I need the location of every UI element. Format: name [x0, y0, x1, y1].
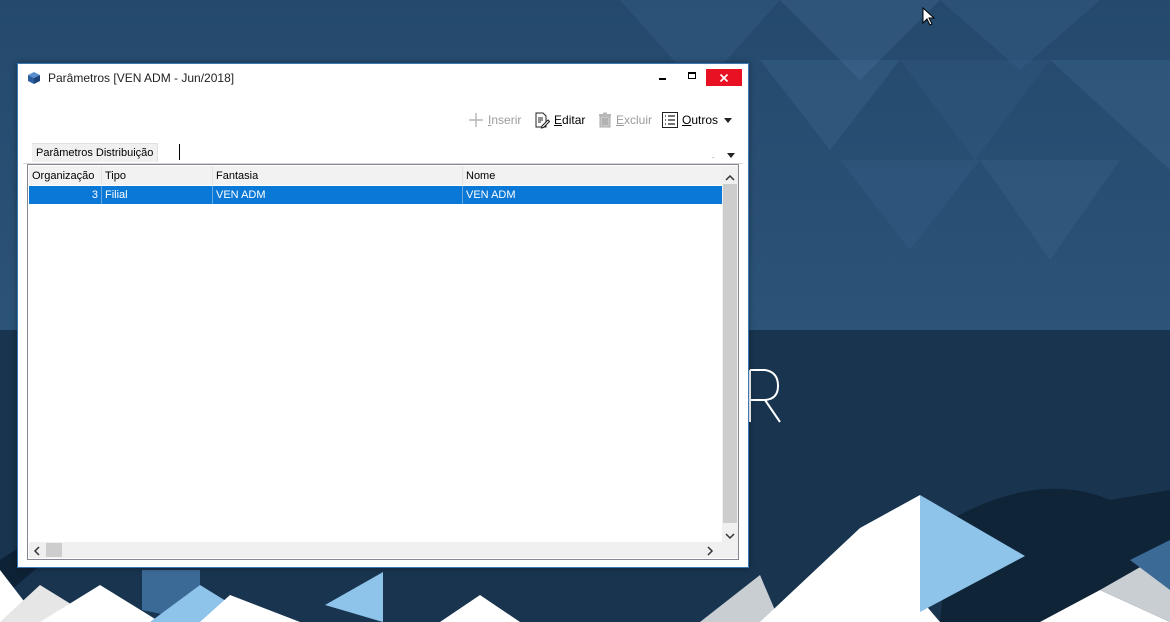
grid-header: Organização Tipo Fantasia Nome	[29, 166, 722, 185]
scroll-up-icon[interactable]	[725, 170, 735, 184]
column-header-tipo[interactable]: Tipo	[102, 166, 213, 185]
scroll-right-icon[interactable]	[707, 545, 714, 559]
outros-dropdown-icon	[724, 117, 733, 123]
outros-label: Outros	[682, 113, 719, 127]
scrollbar-corner	[722, 542, 738, 558]
editar-button[interactable]: Editar	[534, 111, 585, 129]
trash-icon	[598, 112, 612, 128]
horizontal-scroll-thumb[interactable]	[46, 543, 62, 557]
parametros-grid[interactable]: Organização Tipo Fantasia Nome 3 Filial …	[27, 164, 739, 560]
app-cube-icon	[28, 72, 40, 84]
tab-strip: Parâmetros Distribuição .	[23, 141, 743, 164]
column-header-organizacao[interactable]: Organização	[29, 166, 102, 185]
maximize-icon	[688, 72, 696, 79]
cell-tipo: Filial	[102, 186, 213, 204]
editar-label: Editar	[554, 113, 586, 127]
close-icon	[719, 73, 729, 82]
excluir-label: Excluir	[616, 113, 653, 127]
text-caret	[179, 144, 180, 160]
mouse-cursor-icon	[922, 7, 936, 26]
inserir-label: Inserir	[488, 113, 522, 127]
cell-organizacao: 3	[29, 186, 102, 204]
minimize-icon	[659, 78, 666, 80]
excluir-button[interactable]: Excluir	[598, 111, 652, 129]
scroll-down-icon[interactable]	[725, 529, 735, 543]
outros-button[interactable]: Outros	[662, 111, 733, 129]
tab-dropdown-icon[interactable]	[727, 147, 735, 161]
tab-overflow-marker: .	[712, 151, 715, 160]
parametros-window: Parâmetros [VEN ADM - Jun/2018] Inserir …	[17, 63, 749, 568]
list-icon	[662, 112, 678, 128]
column-header-fantasia[interactable]: Fantasia	[213, 166, 463, 185]
table-row[interactable]: 3 Filial VEN ADM VEN ADM	[29, 186, 722, 204]
column-header-nome[interactable]: Nome	[463, 166, 722, 185]
inserir-button[interactable]: Inserir	[468, 111, 521, 129]
vertical-scrollbar[interactable]	[722, 166, 738, 542]
edit-document-icon	[534, 112, 550, 129]
minimize-button[interactable]	[648, 64, 678, 86]
maximize-button[interactable]	[677, 64, 707, 86]
plus-icon	[468, 112, 484, 128]
tab-parametros-distribuicao[interactable]: Parâmetros Distribuição	[32, 143, 159, 162]
cell-fantasia: VEN ADM	[213, 186, 463, 204]
cell-nome: VEN ADM	[466, 189, 516, 201]
title-bar[interactable]: Parâmetros [VEN ADM - Jun/2018]	[18, 64, 748, 92]
horizontal-scrollbar[interactable]	[29, 542, 722, 558]
scroll-left-icon[interactable]	[33, 545, 40, 559]
window-client-area: Inserir Editar Excluir Outros Parâmetros…	[23, 93, 743, 562]
window-title: Parâmetros [VEN ADM - Jun/2018]	[48, 71, 235, 85]
vertical-scroll-thumb[interactable]	[723, 184, 737, 523]
close-button[interactable]	[706, 69, 742, 86]
